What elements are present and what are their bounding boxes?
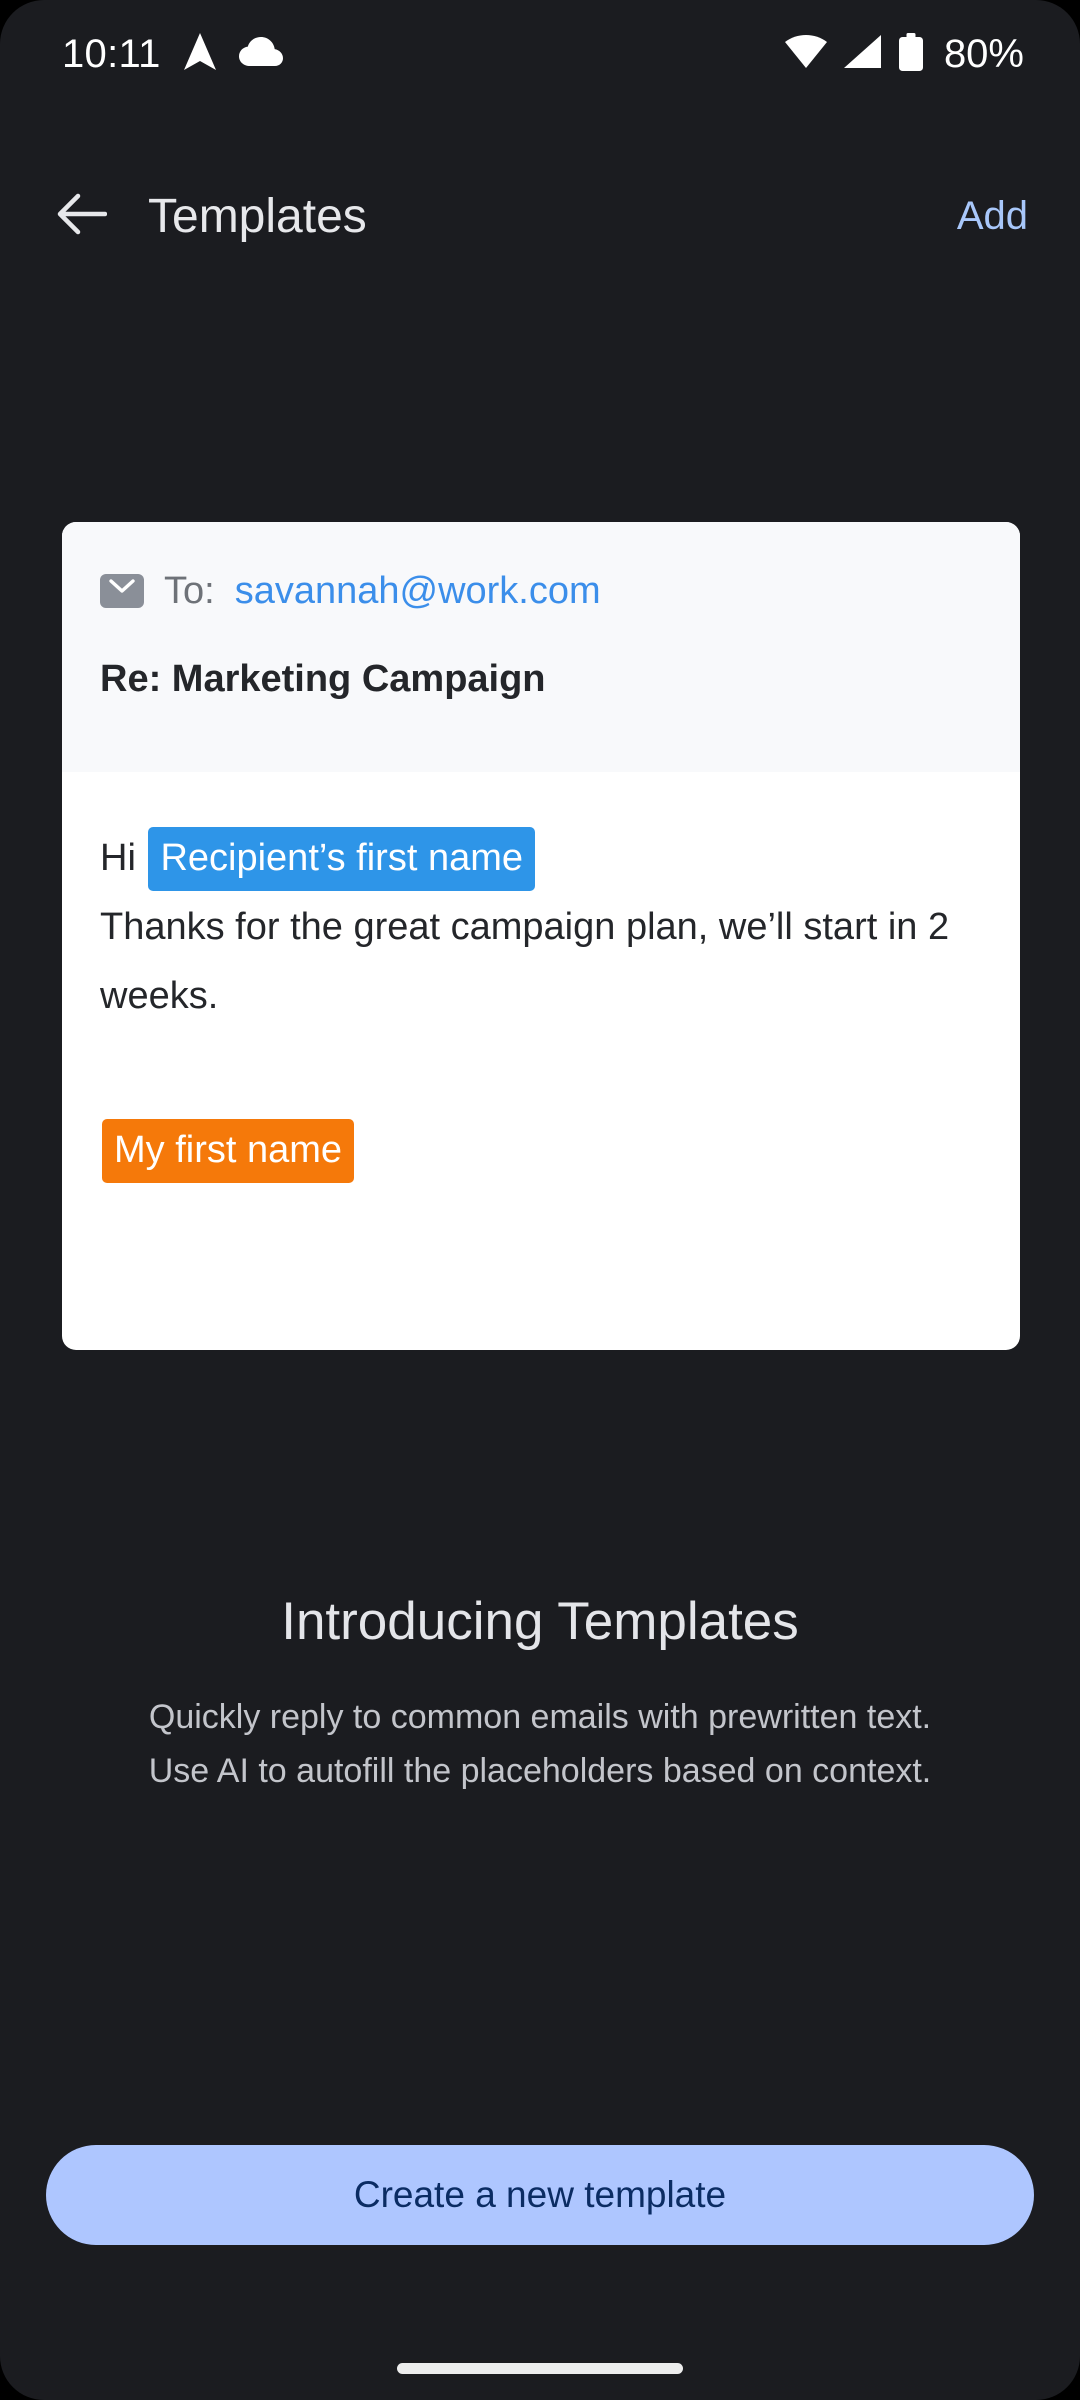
status-clock: 10:11 [62, 32, 161, 76]
page-title: Templates [148, 189, 367, 243]
add-button[interactable]: Add [951, 184, 1034, 249]
email-body: Hi Recipient’s first name Thanks for the… [100, 824, 982, 1031]
cloud-icon [238, 36, 283, 72]
promo-section: Introducing Templates Quickly reply to c… [0, 1590, 1080, 1798]
wifi-icon [784, 34, 827, 74]
gesture-navigation-bar[interactable] [397, 2363, 683, 2374]
to-label: To: [164, 570, 215, 612]
sender-placeholder-chip[interactable]: My first name [102, 1119, 355, 1183]
promo-description: Quickly reply to common emails with prew… [148, 1697, 932, 1790]
app-bar: Templates Add [0, 160, 1080, 272]
battery-percentage: 80% [943, 32, 1024, 76]
template-card-header: To: savannah@work.com Re: Marketing Camp… [62, 522, 1020, 772]
create-new-template-button[interactable]: Create a new template [46, 2145, 1034, 2245]
battery-icon [898, 32, 923, 76]
navigation-arrow-icon [183, 32, 217, 76]
email-subject: Re: Marketing Campaign [100, 658, 546, 700]
email-body-text: Thanks for the great campaign plan, we’l… [100, 906, 950, 1017]
status-bar-left: 10:11 [62, 32, 283, 76]
promo-title: Introducing Templates [281, 1592, 799, 1651]
status-bar: 10:11 80% [0, 0, 1080, 108]
template-card-body: Hi Recipient’s first name Thanks for the… [62, 772, 1020, 1183]
greeting-prefix: Hi [100, 837, 136, 879]
envelope-icon [100, 574, 144, 608]
arrow-left-icon [57, 192, 108, 241]
cellular-signal-icon [843, 34, 882, 74]
recipient-placeholder-chip[interactable]: Recipient’s first name [148, 827, 536, 891]
status-bar-right: 80% [784, 32, 1024, 76]
back-button[interactable] [44, 178, 120, 254]
template-card[interactable]: To: savannah@work.com Re: Marketing Camp… [62, 522, 1020, 1350]
signature-row: My first name [100, 1077, 982, 1183]
recipient-row: To: savannah@work.com [100, 572, 982, 610]
phone-screen: 10:11 80% Templates Add To: savannah@wor… [0, 0, 1080, 2400]
recipient-email[interactable]: savannah@work.com [235, 572, 601, 610]
